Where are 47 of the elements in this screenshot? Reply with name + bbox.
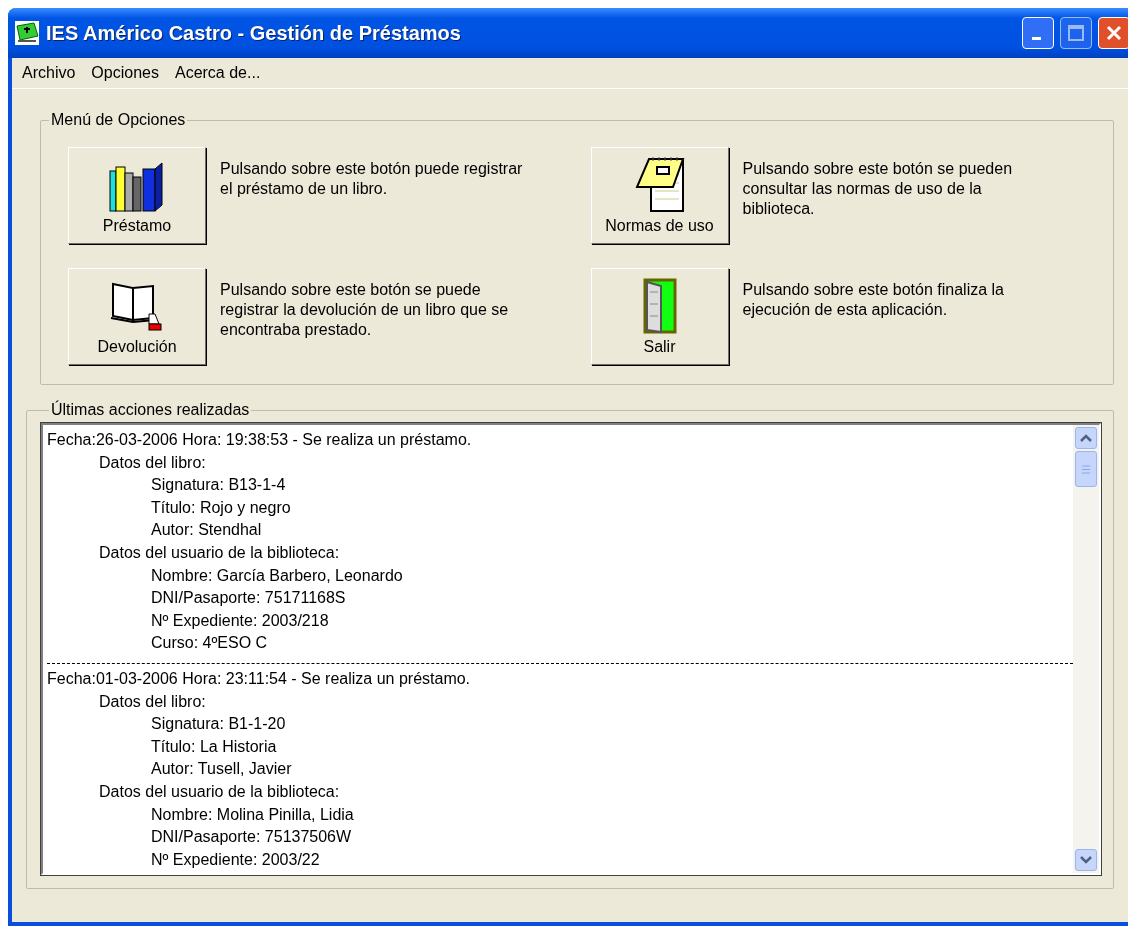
open-book-hand-icon	[109, 280, 165, 334]
scroll-down-icon[interactable]	[1075, 849, 1097, 871]
scrollbar[interactable]	[1073, 425, 1099, 873]
log-line: Autor: Tusell, Javier	[150, 759, 293, 780]
button-description: Pulsando sobre este botón puede registrar el préstamo de un libro.	[220, 159, 524, 199]
maximize-button[interactable]	[1060, 17, 1092, 49]
menu-item[interactable]: Archivo	[16, 62, 82, 84]
log-line: Nº Expediente: 2003/22	[150, 849, 321, 870]
group-title: Menú de Opciones	[50, 111, 187, 129]
log-line: Datos del libro:	[98, 691, 207, 712]
log-line: Título: La Historia	[150, 736, 278, 757]
log-line: Signatura: B13-1-4	[150, 475, 287, 496]
log-line: Signatura: B1-1-20	[150, 714, 287, 735]
log-line: Fecha:01-03-2006 Hora: 23:11:54 - Se realiza un préstamo.	[47, 668, 472, 689]
door-icon	[642, 278, 677, 334]
log-line: Datos del libro:	[98, 452, 207, 473]
books-icon	[108, 159, 166, 213]
minimize-button[interactable]	[1022, 17, 1054, 49]
menu-item[interactable]: Acerca de...	[168, 62, 267, 84]
minimize-icon	[1031, 36, 1041, 40]
close-icon	[1105, 24, 1123, 42]
log-line: Autor: Stendhal	[150, 520, 263, 541]
log-line: DNI/Pasaporte: 75171168S	[150, 588, 347, 609]
window-title: IES Américo Castro - Gestión de Préstamos	[46, 21, 462, 45]
log-line: DNI/Pasaporte: 75137506W	[150, 827, 353, 848]
button-description: Pulsando sobre este botón finaliza la ejecución de esta aplicación.	[742, 280, 1005, 320]
app-icon	[14, 20, 40, 46]
log-line: Curso: 4ºESO C	[150, 633, 269, 654]
rules-button[interactable]: Normas de uso	[590, 147, 729, 244]
log-line: Datos del usuario de la biblioteca:	[98, 542, 341, 563]
log-line: Nombre: Molina Pinilla, Lidia	[150, 804, 355, 825]
log-line: Datos del usuario de la biblioteca:	[98, 781, 341, 802]
maximize-icon	[1067, 24, 1085, 42]
button-description: Pulsando sobre este botón se puede registrar la devolución de un libro que se encontraba prestado.	[220, 280, 510, 340]
group-title: Últimas acciones realizadas	[50, 401, 251, 419]
loan-button[interactable]: Préstamo	[68, 147, 206, 244]
menu-item[interactable]: Opciones	[85, 62, 165, 84]
scroll-thumb[interactable]	[1075, 451, 1097, 487]
close-button[interactable]	[1098, 17, 1128, 49]
log-line: Título: Rojo y negro	[150, 497, 292, 518]
button-description: Pulsando sobre este botón se pueden consultar las normas de uso de la biblioteca.	[742, 159, 1014, 219]
exit-button[interactable]: Salir	[590, 268, 729, 365]
log-line: Fecha:26-03-2006 Hora: 19:38:53 - Se realiza un préstamo.	[47, 430, 473, 450]
scroll-up-icon[interactable]	[1075, 427, 1097, 449]
log-line: Nº Expediente: 2003/218	[150, 610, 330, 631]
return-button[interactable]: Devolución	[68, 268, 206, 365]
log-line: Nombre: García Barbero, Leonardo	[150, 565, 404, 586]
